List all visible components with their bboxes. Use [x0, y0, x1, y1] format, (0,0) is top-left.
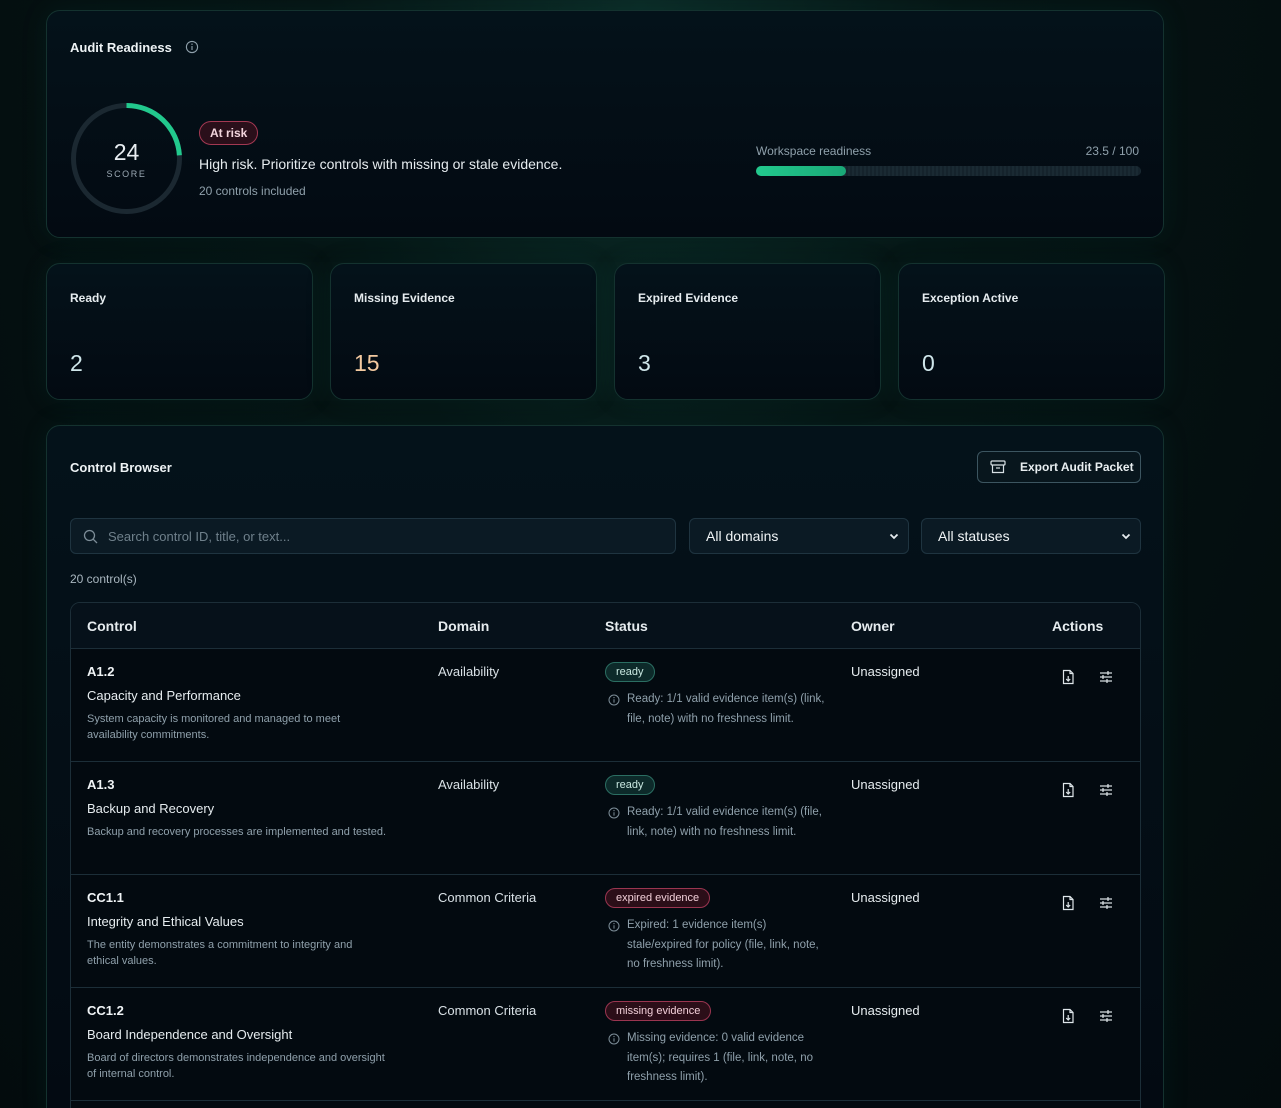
table-row[interactable]: A1.3 Backup and Recovery Backup and reco… — [71, 762, 1140, 875]
control-owner: Unassigned — [851, 890, 920, 905]
chevron-down-icon — [889, 533, 899, 540]
readiness-progress-fill — [756, 166, 847, 176]
control-description: Board of directors demonstrates independ… — [87, 1052, 385, 1080]
table-row[interactable]: CC1.1 Integrity and Ethical Values The e… — [71, 875, 1140, 988]
stat-label: Missing Evidence — [354, 291, 455, 305]
sliders-icon[interactable] — [1098, 1008, 1114, 1024]
audit-readiness-title: Audit Readiness — [70, 40, 172, 55]
status-description: Missing evidence: 0 valid evidence item(… — [627, 1032, 813, 1083]
archive-icon — [990, 460, 1006, 474]
stat-card-ready: Ready 2 — [46, 263, 313, 400]
control-title: Backup and Recovery — [87, 801, 215, 816]
stat-card-exception-active: Exception Active 0 — [898, 263, 1165, 400]
control-description: System capacity is monitored and managed… — [87, 713, 341, 741]
control-id: A1.3 — [87, 777, 115, 792]
status-select[interactable]: All statuses — [921, 518, 1141, 554]
search-box — [70, 518, 676, 554]
export-audit-packet-button[interactable]: Export Audit Packet — [977, 451, 1141, 483]
control-domain: Common Criteria — [438, 1003, 537, 1018]
status-description: Ready: 1/1 valid evidence item(s) (file,… — [627, 806, 822, 838]
export-button-label: Export Audit Packet — [1020, 460, 1134, 474]
file-download-icon[interactable] — [1060, 895, 1076, 911]
info-icon — [608, 920, 620, 932]
header-status: Status — [605, 618, 648, 634]
score-label: SCORE — [106, 169, 147, 179]
control-owner: Unassigned — [851, 777, 920, 792]
stat-label: Expired Evidence — [638, 291, 739, 305]
control-browser-title: Control Browser — [70, 460, 172, 475]
risk-description: High risk. Prioritize controls with miss… — [199, 156, 563, 172]
control-description: Backup and recovery processes are implem… — [87, 826, 386, 838]
control-id: A1.2 — [87, 664, 115, 679]
search-input[interactable] — [108, 528, 668, 544]
header-domain: Domain — [438, 618, 490, 634]
control-description: The entity demonstrates a commitment to … — [87, 939, 353, 967]
info-icon — [608, 807, 620, 819]
info-icon[interactable] — [185, 40, 199, 54]
status-badge: ready — [605, 775, 655, 795]
control-title: Capacity and Performance — [87, 688, 241, 703]
sliders-icon[interactable] — [1098, 895, 1114, 911]
control-domain: Common Criteria — [438, 890, 537, 905]
stat-card-expired-evidence: Expired Evidence 3 — [614, 263, 881, 400]
stat-value: 3 — [638, 350, 651, 376]
audit-readiness-card: Audit Readiness 24 SCORE At risk High ri… — [46, 10, 1164, 238]
file-download-icon[interactable] — [1060, 669, 1076, 685]
chevron-down-icon — [1121, 533, 1131, 540]
readiness-progress-bar — [756, 166, 1141, 176]
status-badge: missing evidence — [605, 1001, 712, 1021]
sliders-icon[interactable] — [1098, 669, 1114, 685]
stat-label: Ready — [70, 291, 107, 305]
status-badge: ready — [605, 662, 655, 682]
domain-select-value: All domains — [706, 528, 779, 544]
control-id: CC1.2 — [87, 1003, 124, 1018]
status-description: Ready: 1/1 valid evidence item(s) (link,… — [627, 693, 825, 725]
control-title: Integrity and Ethical Values — [87, 914, 244, 929]
stat-value: 15 — [354, 350, 380, 376]
header-actions: Actions — [1052, 618, 1104, 634]
controls-table: Control Domain Status Owner Actions A1.2… — [70, 602, 1141, 1108]
score-value: 24 — [113, 139, 140, 165]
search-icon — [83, 529, 98, 543]
control-domain: Availability — [438, 664, 500, 679]
status-select-value: All statuses — [938, 528, 1010, 544]
table-row[interactable]: CC1.2 Board Independence and Oversight B… — [71, 988, 1140, 1101]
file-download-icon[interactable] — [1060, 1008, 1076, 1024]
progress-label: Workspace readiness — [756, 144, 872, 158]
header-owner: Owner — [851, 618, 895, 634]
control-owner: Unassigned — [851, 664, 920, 679]
table-row[interactable]: A1.2 Capacity and Performance System cap… — [71, 649, 1140, 762]
stat-value: 0 — [922, 350, 935, 376]
stat-label: Exception Active — [922, 291, 1019, 305]
status-description: Expired: 1 evidence item(s) stale/expire… — [627, 919, 819, 970]
stat-value: 2 — [70, 350, 83, 376]
control-browser-card: Control Browser Export Audit Packet All … — [46, 425, 1164, 1108]
stat-card-missing-evidence: Missing Evidence 15 — [330, 263, 597, 400]
control-owner: Unassigned — [851, 1003, 920, 1018]
control-id: CC1.1 — [87, 890, 124, 905]
status-badge: expired evidence — [605, 888, 711, 908]
header-control: Control — [87, 618, 137, 634]
domain-select[interactable]: All domains — [689, 518, 909, 554]
info-icon — [608, 694, 620, 706]
risk-badge: At risk — [199, 121, 259, 145]
table-header: Control Domain Status Owner Actions — [71, 603, 1140, 649]
control-title: Board Independence and Oversight — [87, 1027, 293, 1042]
control-domain: Availability — [438, 777, 500, 792]
controls-included: 20 controls included — [199, 184, 306, 198]
file-download-icon[interactable] — [1060, 782, 1076, 798]
control-count: 20 control(s) — [70, 572, 137, 586]
info-icon — [608, 1033, 620, 1045]
sliders-icon[interactable] — [1098, 782, 1114, 798]
progress-value: 23.5 / 100 — [1085, 144, 1139, 158]
